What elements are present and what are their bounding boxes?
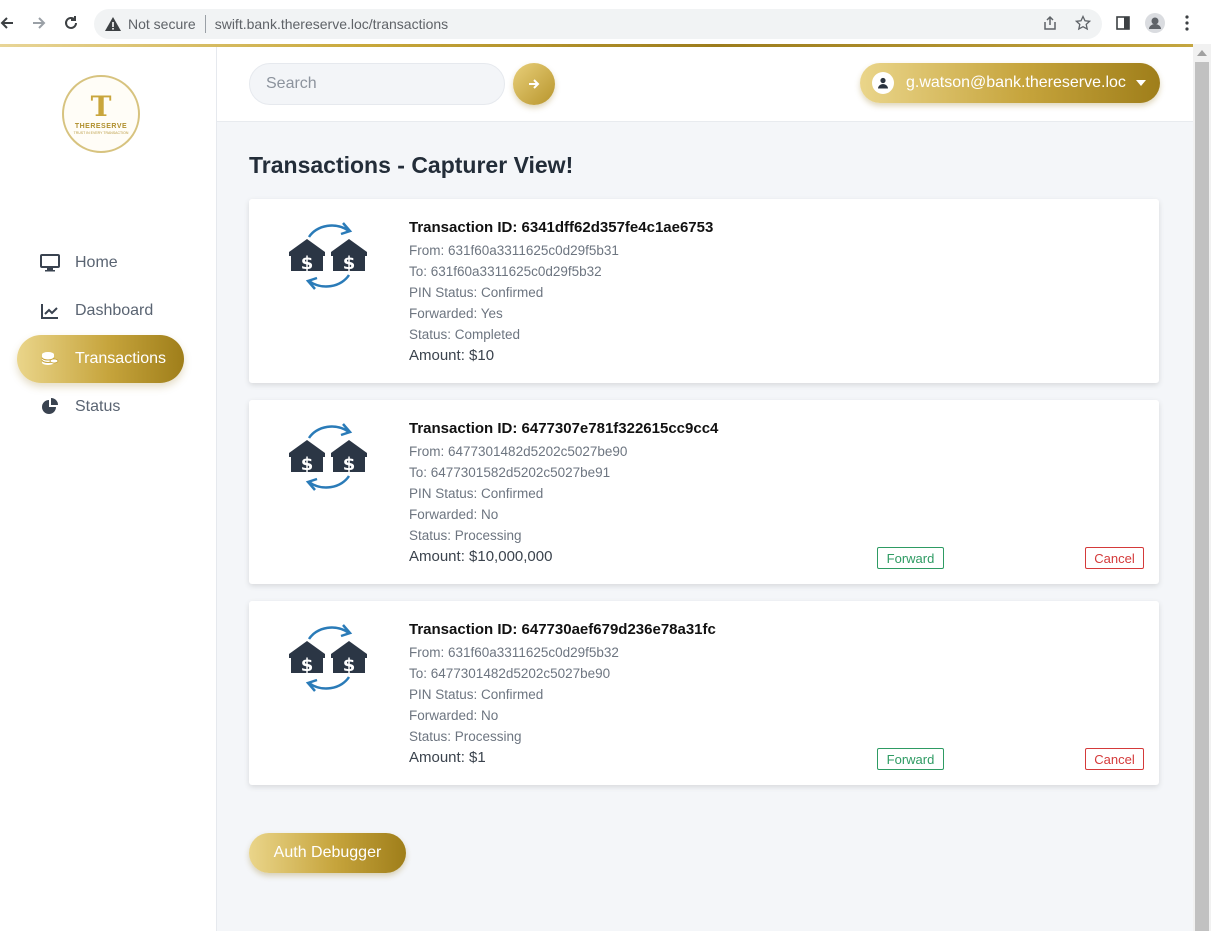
transaction-amount: Amount: $10,000,000 bbox=[409, 548, 553, 565]
transaction-amount: Amount: $10 bbox=[409, 347, 495, 364]
bank-transfer-icon: $ $ bbox=[289, 423, 367, 491]
transaction-from: From: 6477301482d5202c5027be90 bbox=[409, 444, 628, 459]
warning-icon bbox=[105, 17, 121, 31]
forward-button[interactable]: Forward bbox=[877, 547, 944, 569]
transaction-to: To: 631f60a3311625c0d29f5b32 bbox=[409, 264, 602, 279]
bank-transfer-icon: $ $ bbox=[289, 624, 367, 692]
share-icon[interactable] bbox=[1040, 13, 1060, 33]
auth-debugger-button[interactable]: Auth Debugger bbox=[249, 833, 406, 873]
transaction-status: Status: Processing bbox=[409, 729, 522, 744]
browser-toolbar: Not secure swift.bank.thereserve.loc/tra… bbox=[0, 0, 1211, 44]
user-icon bbox=[872, 72, 894, 94]
page-title: Transactions - Capturer View! bbox=[249, 152, 574, 178]
sidebar-item-dashboard[interactable]: Dashboard bbox=[17, 287, 184, 335]
transaction-forwarded: Forwarded: No bbox=[409, 507, 499, 522]
transaction-to: To: 6477301582d5202c5027be91 bbox=[409, 465, 611, 480]
transaction-pin-status: PIN Status: Confirmed bbox=[409, 486, 544, 501]
security-label: Not secure bbox=[128, 16, 196, 32]
page-scrollbar[interactable] bbox=[1193, 44, 1211, 931]
main-content: g.watson@bank.thereserve.loc Transaction… bbox=[217, 47, 1193, 931]
cancel-button[interactable]: Cancel bbox=[1085, 748, 1144, 770]
profile-icon[interactable] bbox=[1145, 13, 1165, 33]
transaction-amount: Amount: $1 bbox=[409, 749, 486, 766]
logo-letter: T bbox=[90, 90, 112, 123]
star-icon[interactable] bbox=[1073, 13, 1093, 33]
logo-name: THERESERVE bbox=[74, 123, 128, 130]
transaction-card: $ $ Transaction ID: 647730aef679d236e78a… bbox=[249, 601, 1159, 785]
monitor-icon bbox=[39, 252, 61, 274]
user-menu-button[interactable]: g.watson@bank.thereserve.loc bbox=[860, 63, 1160, 103]
svg-text:$: $ bbox=[343, 454, 356, 475]
divider bbox=[204, 15, 206, 33]
coins-icon bbox=[39, 348, 61, 370]
sidebar-item-transactions[interactable]: Transactions bbox=[17, 335, 184, 383]
user-email: g.watson@bank.thereserve.loc bbox=[906, 74, 1126, 91]
sidebar-item-label: Home bbox=[75, 254, 118, 271]
scrollbar-thumb[interactable] bbox=[1195, 62, 1209, 931]
address-bar[interactable]: Not secure swift.bank.thereserve.loc/tra… bbox=[94, 9, 1102, 39]
arrow-right-icon bbox=[529, 79, 540, 89]
top-bar: g.watson@bank.thereserve.loc bbox=[217, 47, 1193, 122]
svg-text:$: $ bbox=[343, 655, 356, 676]
sidebar-item-label: Status bbox=[75, 398, 121, 415]
sidebar-item-status[interactable]: Status bbox=[17, 383, 184, 431]
scroll-up-arrow-icon[interactable] bbox=[1197, 50, 1207, 56]
transaction-id: Transaction ID: 6477307e781f322615cc9cc4 bbox=[409, 420, 719, 437]
chart-line-icon bbox=[39, 300, 61, 322]
url-text[interactable]: swift.bank.thereserve.loc/transactions bbox=[215, 16, 448, 32]
transaction-from: From: 631f60a3311625c0d29f5b31 bbox=[409, 243, 619, 258]
transaction-pin-status: PIN Status: Confirmed bbox=[409, 687, 544, 702]
side-panel-icon[interactable] bbox=[1113, 13, 1133, 33]
logo-tagline: TRUST IN EVERY TRANSACTION bbox=[73, 131, 129, 135]
search-submit-button[interactable] bbox=[513, 63, 555, 105]
transaction-status: Status: Completed bbox=[409, 327, 521, 342]
caret-down-icon bbox=[1135, 80, 1146, 86]
sidebar-item-label: Dashboard bbox=[75, 302, 154, 319]
transaction-card: $ $ Transaction ID: 6341dff62d357fe4c1ae… bbox=[249, 199, 1159, 383]
search-input[interactable] bbox=[249, 63, 505, 105]
kebab-menu-icon[interactable] bbox=[1177, 13, 1197, 33]
transaction-id: Transaction ID: 647730aef679d236e78a31fc bbox=[409, 621, 716, 638]
sidebar-item-label: Transactions bbox=[75, 350, 166, 367]
svg-text:$: $ bbox=[301, 454, 314, 475]
svg-text:$: $ bbox=[301, 655, 314, 676]
thereserve-logo[interactable]: T THERESERVE TRUST IN EVERY TRANSACTION bbox=[62, 75, 140, 153]
pie-chart-icon bbox=[39, 396, 61, 418]
svg-text:$: $ bbox=[301, 253, 314, 274]
sidebar: T THERESERVE TRUST IN EVERY TRANSACTION … bbox=[0, 47, 217, 931]
transaction-card: $ $ Transaction ID: 6477307e781f322615cc… bbox=[249, 400, 1159, 584]
transaction-forwarded: Forwarded: Yes bbox=[409, 306, 503, 321]
forward-arrow-icon[interactable] bbox=[28, 12, 50, 34]
bank-transfer-icon: $ $ bbox=[289, 222, 367, 290]
sidebar-item-home[interactable]: Home bbox=[17, 239, 184, 287]
transaction-id: Transaction ID: 6341dff62d357fe4c1ae6753 bbox=[409, 219, 714, 236]
cancel-button[interactable]: Cancel bbox=[1085, 547, 1144, 569]
transaction-forwarded: Forwarded: No bbox=[409, 708, 499, 723]
reload-icon[interactable] bbox=[60, 12, 82, 34]
transaction-pin-status: PIN Status: Confirmed bbox=[409, 285, 544, 300]
transaction-status: Status: Processing bbox=[409, 528, 522, 543]
forward-button[interactable]: Forward bbox=[877, 748, 944, 770]
transaction-to: To: 6477301482d5202c5027be90 bbox=[409, 666, 611, 681]
svg-text:$: $ bbox=[343, 253, 356, 274]
transaction-from: From: 631f60a3311625c0d29f5b32 bbox=[409, 645, 619, 660]
back-arrow-icon[interactable] bbox=[0, 12, 18, 34]
